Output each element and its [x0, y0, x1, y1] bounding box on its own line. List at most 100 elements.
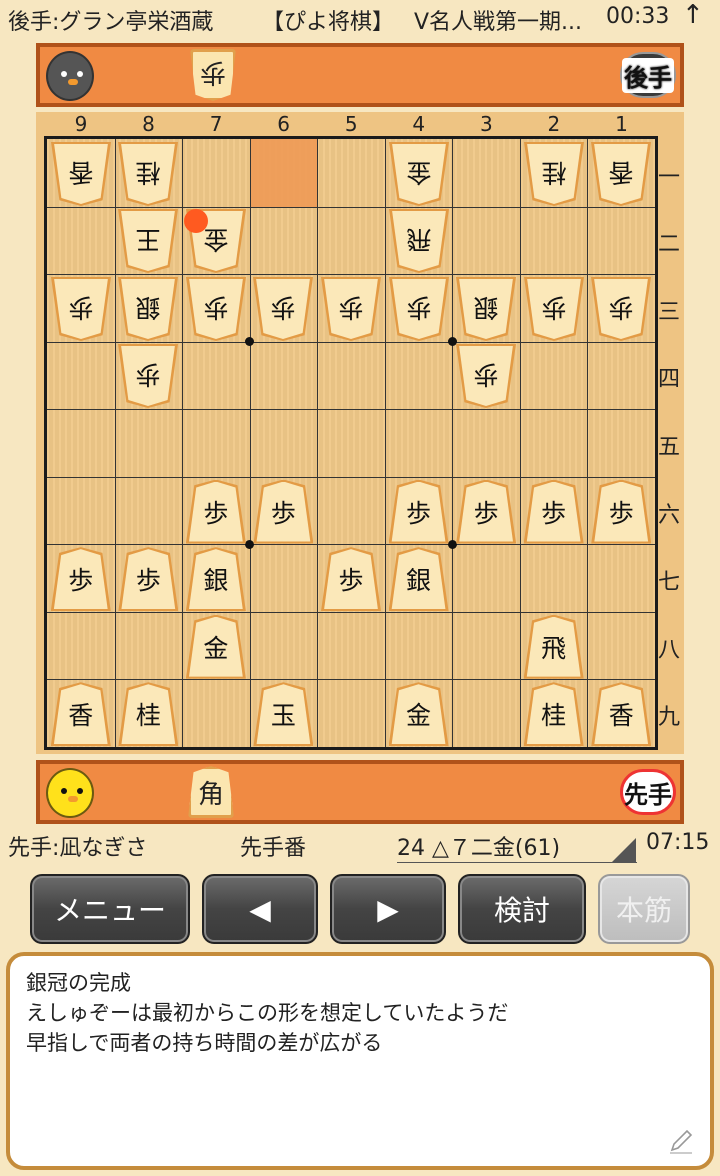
piece-label: 銀	[458, 279, 514, 339]
sente-piece[interactable]: 歩	[388, 479, 449, 544]
dropdown-triangle-icon[interactable]	[612, 838, 636, 862]
comment-box[interactable]: 銀冠の完成 えしゅぞーは最初からこの形を想定していたようだ 早指しで両者の持ち時…	[6, 952, 714, 1170]
rank-label: 七	[657, 570, 680, 596]
turn-indicator: 先手番	[240, 836, 307, 861]
piece-label: 歩	[459, 481, 513, 542]
piece-label: 歩	[53, 279, 109, 339]
sente-piece[interactable]: 金	[388, 682, 449, 747]
comment-line: えしゅぞーは最初からこの形を想定していたようだ	[26, 1001, 509, 1025]
gote-avatar	[46, 51, 94, 101]
gote-piece[interactable]: 歩	[591, 277, 651, 341]
sente-piece[interactable]: 歩	[50, 547, 111, 612]
gote-piece[interactable]: 香	[591, 142, 651, 206]
next-move-button[interactable]: ▶	[330, 874, 446, 944]
sente-piece[interactable]: 玉	[253, 682, 314, 747]
file-label: 5	[344, 112, 358, 136]
sente-piece[interactable]: 飛	[523, 614, 584, 679]
piece-label: 香	[594, 684, 649, 745]
gote-piece[interactable]: 桂	[118, 142, 178, 206]
gote-piece[interactable]: 飛	[389, 209, 449, 273]
sente-piece[interactable]: 桂	[118, 682, 179, 747]
piece-label: 銀	[120, 279, 176, 339]
gote-piece[interactable]: 歩	[51, 277, 111, 341]
prev-move-button[interactable]: ◀	[202, 874, 318, 944]
sente-piece[interactable]: 桂	[523, 682, 584, 747]
file-label: 9	[74, 112, 88, 136]
file-label: 8	[142, 112, 155, 136]
rank-label: 六	[657, 502, 680, 528]
piece-label: 玉	[256, 684, 311, 745]
move-selector[interactable]: 24 △７二金(61)	[397, 830, 637, 863]
study-button[interactable]: 検討	[458, 874, 586, 944]
piece-label: 歩	[593, 279, 649, 339]
sente-piece[interactable]: 銀	[185, 547, 246, 612]
star-point	[447, 539, 457, 549]
piece-label: 歩	[526, 279, 582, 339]
sente-piece[interactable]: 銀	[388, 547, 449, 612]
gote-piece[interactable]: 王	[118, 209, 178, 273]
piece-label: 歩	[323, 279, 379, 339]
sente-piece[interactable]: 歩	[185, 479, 246, 544]
sente-piece[interactable]: 歩	[321, 547, 381, 612]
sente-piece[interactable]: 歩	[253, 479, 314, 544]
star-point	[245, 539, 255, 549]
piece-label: 歩	[324, 549, 378, 610]
piece-label: 桂	[120, 144, 176, 204]
sente-piece[interactable]: 歩	[523, 479, 584, 544]
gote-hand-piece[interactable]: 歩	[190, 49, 236, 101]
piece-label: 歩	[458, 346, 514, 406]
move-origin-highlight	[249, 139, 318, 207]
menu-button[interactable]: メニュー	[30, 874, 190, 944]
grid-line	[182, 139, 184, 747]
grid-line	[587, 139, 589, 747]
gote-piece[interactable]: 金	[389, 142, 449, 206]
gote-piece[interactable]: 香	[51, 142, 111, 206]
gote-piece[interactable]: 桂	[524, 142, 584, 206]
sente-avatar	[46, 768, 94, 818]
star-point	[245, 337, 255, 347]
file-label: 1	[615, 112, 628, 136]
sente-badge: 先手	[620, 769, 676, 815]
gote-piece[interactable]: 歩	[389, 277, 449, 341]
sente-piece[interactable]: 歩	[118, 547, 179, 612]
gote-piece[interactable]: 歩	[253, 277, 313, 341]
sente-piece[interactable]: 歩	[456, 479, 517, 544]
grid-line	[114, 139, 116, 747]
gote-piece-stand: 歩 後手	[36, 43, 684, 107]
piece-label: 飛	[526, 616, 581, 677]
gote-piece[interactable]: 歩	[186, 277, 246, 341]
piece-label: 王	[120, 211, 176, 271]
sente-hand-piece[interactable]: 角	[188, 766, 234, 818]
rank-label: 五	[657, 435, 680, 460]
gote-piece[interactable]: 歩	[456, 344, 516, 408]
gote-piece[interactable]: 銀	[118, 277, 178, 341]
arrow-up-icon[interactable]: ↑	[682, 0, 704, 30]
file-label: 3	[479, 112, 493, 136]
event-title: V名人戦第一期...	[414, 10, 583, 35]
piece-label: 歩	[594, 481, 649, 542]
gote-piece[interactable]: 歩	[321, 277, 381, 341]
piece-label: 歩	[188, 279, 244, 339]
pencil-icon[interactable]	[666, 1126, 696, 1156]
sente-piece[interactable]: 金	[185, 614, 246, 679]
grid-line	[452, 139, 454, 747]
gote-piece[interactable]: 歩	[524, 277, 584, 341]
grid-line	[47, 341, 655, 343]
main-line-button[interactable]: 本筋	[598, 874, 690, 944]
grid-line	[519, 139, 521, 747]
piece-label: 金	[188, 616, 243, 677]
piece-label: 桂	[121, 684, 176, 745]
sente-piece[interactable]: 歩	[591, 479, 652, 544]
grid-line	[47, 476, 655, 478]
gote-piece[interactable]: 銀	[456, 277, 516, 341]
sente-piece[interactable]: 香	[50, 682, 111, 747]
gote-piece[interactable]: 歩	[118, 344, 178, 408]
file-label: 6	[277, 112, 291, 136]
sente-clock: 07:15	[646, 830, 710, 855]
sente-player-name: 先手:凪なぎさ	[8, 836, 148, 861]
piece-label: 歩	[121, 549, 176, 610]
sente-piece[interactable]: 香	[591, 682, 652, 747]
rank-label: 一	[657, 164, 680, 190]
rank-label: 二	[657, 232, 680, 258]
rank-label: 九	[657, 705, 680, 731]
